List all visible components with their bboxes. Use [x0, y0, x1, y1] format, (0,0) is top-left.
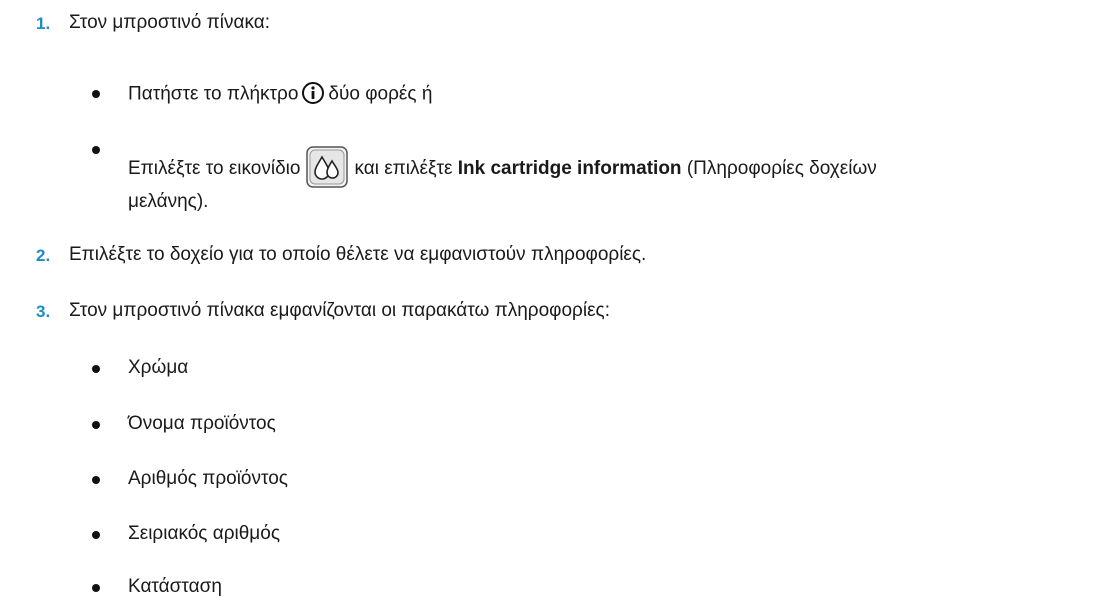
list-item: Όνομα προϊόντος [128, 413, 276, 434]
step-number-1: 1. [36, 14, 51, 33]
bullet [92, 476, 100, 484]
list-item: Χρώμα [128, 357, 189, 378]
bullet-text-before: Πατήστε το πλήκτρο [128, 83, 299, 105]
bullet-text-select-icon: Επιλέξτε το εικονίδιο και επιλέξτε Ink ca… [128, 146, 877, 192]
bullet [92, 146, 100, 154]
bullet-b-before: Επιλέξτε το εικονίδιο [128, 158, 301, 180]
info-icon [302, 82, 325, 104]
bullet-text-press-info: Πατήστε το πλήκτρο δύο φορές ή [128, 81, 432, 108]
list-item: Σειριακός αριθμός [128, 523, 280, 544]
bullet-b-mid: και επιλέξτε [354, 158, 453, 180]
step-number-2: 2. [36, 246, 51, 265]
step-text-3: Στον μπροστινό πίνακα εμφανίζονται οι πα… [69, 300, 610, 321]
list-item: Κατάσταση [128, 576, 222, 597]
bullet [92, 365, 100, 373]
bullet [92, 421, 100, 429]
bullet-b-continuation: μελάνης). [128, 191, 209, 212]
step-text-1: Στον μπροστινό πίνακα: [69, 12, 270, 33]
bullet-b-after: (Πληροφορίες δοχείων [686, 158, 877, 180]
document-page: 1. Στον μπροστινό πίνακα: Πατήστε το πλή… [0, 0, 1112, 601]
list-item: Αριθμός προϊόντος [128, 468, 288, 489]
bullet-text-after: δύο φορές ή [328, 83, 433, 105]
step-text-2: Επιλέξτε το δοχείο για το οποίο θέλετε ν… [69, 244, 647, 265]
ink-cartridge-information-label: Ink cartridge information [457, 158, 682, 180]
ink-drops-icon [306, 146, 349, 188]
bullet [92, 531, 100, 539]
bullet [92, 90, 100, 98]
step-number-3: 3. [36, 302, 51, 321]
bullet [92, 584, 100, 592]
